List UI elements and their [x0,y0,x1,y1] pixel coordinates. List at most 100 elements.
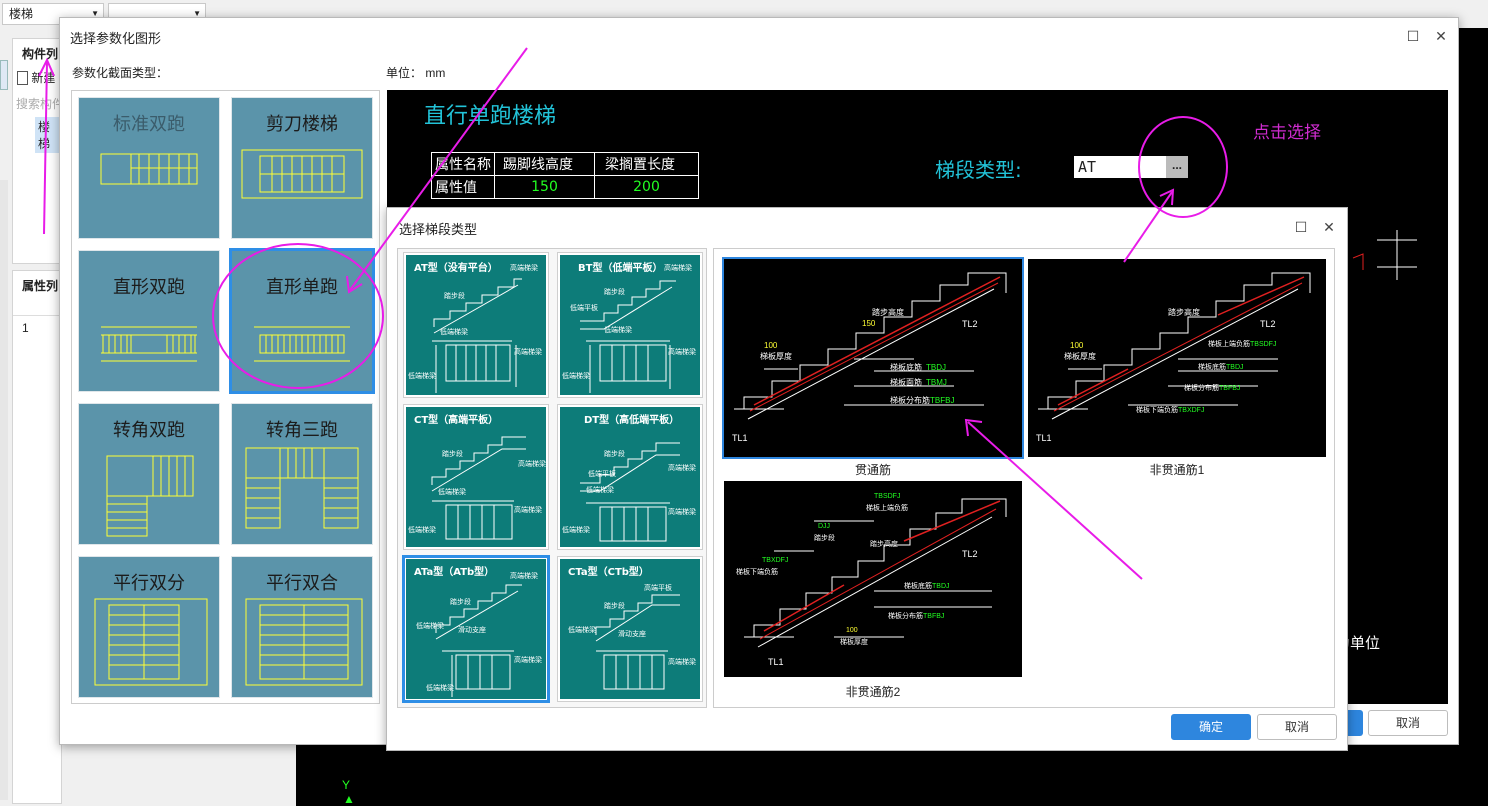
rebar-option-nonthrough-1[interactable]: TL1 TL2 踏步高度 100 梯板厚度 梯板上端负筋TBSDFJ 梯板底筋T… [1028,259,1326,457]
tile-lower-beam-label: 低端梯梁 [586,487,614,494]
tile-upper-beam-label-2: 高端梯梁 [514,657,542,664]
upper-bar-label: 梯板上端负筋 [866,505,908,512]
tbdj-code: TBDJ [1226,364,1244,371]
tbfbj-code: TBFBJ [923,613,945,620]
type-label: CTa型（CTb型） [568,567,649,578]
tile-step-label: 踏步段 [442,451,463,458]
value-100-label: 100 [846,627,858,634]
close-icon[interactable]: ✕ [1432,27,1450,45]
bottom-bar-label: 梯板底筋TBDJ [1198,362,1244,372]
tl2-label: TL2 [962,319,978,329]
type-tile-at[interactable]: AT型（没有平台） 高端梯梁 踏步段 低端梯梁 高端梯梁 低端梯梁 [404,253,548,397]
dist-bar-label: 梯板分布筋TBFBJ [1184,383,1240,393]
maximize-icon[interactable]: ☐ [1404,27,1422,45]
tile-upper-beam-label-2: 高端梯梁 [668,349,696,356]
tbfbj-code: TBFBJ [1219,385,1241,392]
parallel-split-drawing [94,598,208,686]
tile-slide-label: 滑动支座 [458,627,486,634]
standard-double-drawing [100,153,198,185]
tl2-label: TL2 [1260,319,1276,329]
type-tile-dt[interactable]: DT型（高低端平板） 踏步段 低端平板 高端梯梁 低端梯梁 高端梯梁 低端梯梁 [558,405,702,549]
tile-slide-label: 滑动支座 [618,631,646,638]
bottom-bar-label: 梯板底筋TBDJ [890,362,946,373]
type-tile-bt[interactable]: BT型（低端平板） 高端梯梁 踏步段 低端平板 低端梯梁 高端梯梁 低端梯梁 [558,253,702,397]
tile-high-plate-label: 高端平板 [644,585,672,592]
tile-step-label: 踏步段 [604,451,625,458]
search-label[interactable]: 搜索构件 [16,95,64,112]
tile-upper-beam-label-2: 高端梯梁 [514,507,542,514]
slab-thickness-label: 梯板厚度 [760,352,792,361]
caption-through: 贯通筋 [854,463,891,477]
segment-cancel-button[interactable]: 取消 [1257,714,1337,740]
tbfbj-code: TBFBJ [930,396,955,405]
straight-single-drawing [254,326,350,362]
type-label: CT型（高端平板） [414,415,499,426]
type-tile-ata[interactable]: ATa型（ATb型） 高端梯梁 踏步段 低端梯梁 滑动支座 高端梯梁 低端梯梁 [402,555,550,703]
type-label: AT型（没有平台） [414,263,498,274]
segment-ok-button[interactable]: 确定 [1171,714,1251,740]
maximize-icon[interactable]: ☐ [1292,218,1310,236]
param-cancel-button[interactable]: 取消 [1368,710,1448,736]
rebar-option-through[interactable]: TL1 TL2 踏步高度 150 100 梯板厚度 梯板底筋 TBDJ 梯板面筋 T… [722,257,1024,459]
shape-tile-corner-double[interactable]: 转角双跑 [78,403,220,545]
top-combo-1-value: 楼梯 [9,7,34,21]
type-tile-ct[interactable]: CT型（高端平板） 踏步段 高端梯梁 低端梯梁 高端梯梁 低端梯梁 [404,405,548,549]
dist-bar-text: 梯板分布筋 [1184,385,1219,392]
param-dialog-title: 选择参数化图形 [70,31,162,46]
dist-bar-text: 梯板分布筋 [890,396,930,405]
lower-bar-label: 梯板下端负筋 [736,569,778,576]
tile-upper-beam-label: 高端梯梁 [668,465,696,472]
tile-upper-beam-label-2: 高端梯梁 [668,659,696,666]
tile-upper-beam-label: 高端梯梁 [664,265,692,272]
shape-tile-parallel-merge[interactable]: 平行双合 [231,556,373,698]
component-list-title: 构件列 [22,47,59,61]
tile-lower-beam-label: 低端梯梁 [416,623,444,630]
tbsdfj-code: TBSDFJ [1250,341,1277,348]
new-component-button[interactable]: 新建 [17,69,55,86]
shape-tile-standard-double[interactable]: 标准双跑 [78,97,220,239]
tile-upper-beam-label-2: 高端梯梁 [514,349,542,356]
caption-nonthrough-2: 非贯通筋2 [845,685,901,699]
new-label: 新建 [31,71,56,85]
type-label: ATa型（ATb型） [414,567,495,578]
shape-tile-parallel-split[interactable]: 平行双分 [78,556,220,698]
parallel-merge-drawing [245,598,363,686]
tbxdfj-code: TBXDFJ [1178,407,1205,414]
dist-bar-label: 梯板分布筋TBFBJ [890,395,954,406]
tbdj-code: TBDJ [932,583,950,590]
top-bar-text: 梯板面筋 [890,378,922,387]
djj-label: DJJ [818,523,831,530]
tile-upper-beam-label: 高端梯梁 [510,573,538,580]
step-height-label: 踏步高度 [870,541,898,548]
component-item[interactable]: 楼梯 [35,117,61,153]
unit-label: 单位： mm [386,64,445,81]
close-icon[interactable]: ✕ [1320,218,1338,236]
segment-dialog-title: 选择梯段类型 [399,222,478,237]
corner-triple-drawing [245,447,359,529]
value-100-label: 100 [1070,341,1084,350]
tl1-label: TL1 [1036,433,1052,443]
step-height-label: 踏步高度 [1168,308,1200,317]
shape-tile-straight-double[interactable]: 直形双跑 [78,250,220,392]
type-grid: AT型（没有平台） 高端梯梁 踏步段 低端梯梁 高端梯梁 低端梯梁 BT型（低端… [397,248,707,708]
tile-lower-beam-label: 低端梯梁 [568,627,596,634]
row-number: 1 [22,321,29,335]
tile-low-plate-label: 低端平板 [588,471,616,478]
tl2-label: TL2 [962,549,978,559]
type-tile-cta[interactable]: CTa型（CTb型） 高端平板 踏步段 低端梯梁 滑动支座 高端梯梁 [558,557,702,701]
rebar-area: TL1 TL2 踏步高度 150 100 梯板厚度 梯板底筋 TBDJ 梯板面筋 T… [713,248,1335,708]
tile-lower-beam-label: 低端梯梁 [438,489,466,496]
shape-tile-scissor[interactable]: 剪刀楼梯 [231,97,373,239]
value-150-label: 150 [862,319,876,328]
rebar-option-nonthrough-2[interactable]: TBSDFJ 梯板上端负筋 DJJ 踏步段 踏步高度 TL2 TBXDFJ 梯板… [724,481,1022,677]
shape-tile-corner-triple[interactable]: 转角三跑 [231,403,373,545]
tile-lower-beam-label: 低端梯梁 [604,327,632,334]
slab-thickness-label: 梯板厚度 [840,639,868,646]
tbxdfj-label: TBXDFJ [762,557,789,564]
tl1-label: TL1 [768,657,784,667]
shape-tile-straight-single[interactable]: 直形单跑 [229,248,375,394]
tile-step-label: 踏步段 [604,289,625,296]
tbdj-code: TBDJ [926,363,946,372]
new-file-icon [17,70,28,85]
upper-bar-label: 梯板上端负筋TBSDFJ [1208,339,1276,349]
